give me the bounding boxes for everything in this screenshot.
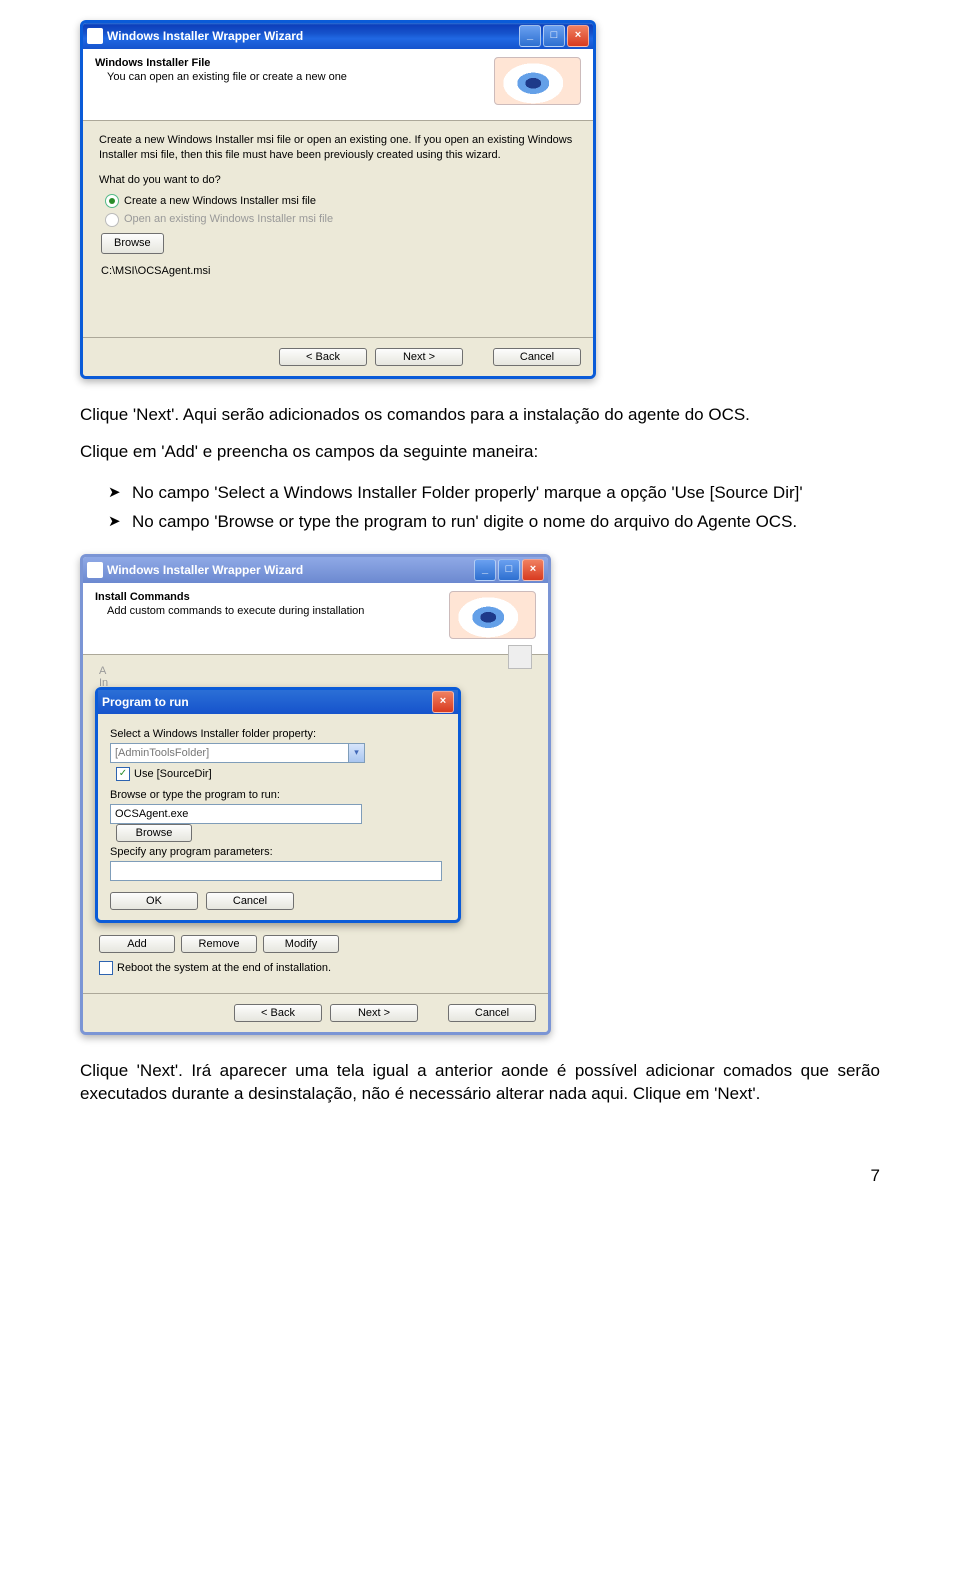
- commands-area: A In: [83, 655, 548, 689]
- use-sourcedir-label: Use [SourceDir]: [134, 768, 212, 780]
- radio-create-new[interactable]: Create a new Windows Installer msi file: [105, 194, 577, 209]
- app-icon: [87, 562, 103, 578]
- browse-program-label: Browse or type the program to run:: [110, 789, 446, 801]
- minimize-button[interactable]: _: [474, 559, 496, 581]
- cancel-button[interactable]: Cancel: [206, 892, 294, 910]
- column-hint-a: A: [99, 665, 106, 677]
- browse-button[interactable]: Browse: [116, 824, 192, 842]
- window-title: Windows Installer Wrapper Wizard: [107, 563, 474, 577]
- eye-icon: [494, 57, 581, 105]
- app-icon: [87, 28, 103, 44]
- bullet-icon: ➤: [108, 482, 122, 505]
- use-sourcedir-checkbox[interactable]: [116, 767, 130, 781]
- bullet-1: ➤ No campo 'Select a Windows Installer F…: [108, 482, 880, 505]
- radio-open-existing: Open an existing Windows Installer msi f…: [105, 212, 577, 227]
- select-value: [AdminToolsFolder]: [115, 747, 209, 759]
- select-folder-label: Select a Windows Installer folder proper…: [110, 728, 446, 740]
- radio-icon: [105, 194, 119, 208]
- minimize-button[interactable]: _: [519, 25, 541, 47]
- folder-property-select: [AdminToolsFolder] ▾: [110, 743, 365, 763]
- back-button[interactable]: < Back: [279, 348, 367, 366]
- wizard-footer: < Back Next > Cancel: [83, 337, 593, 376]
- window-title: Windows Installer Wrapper Wizard: [107, 29, 519, 43]
- wizard-footer: < Back Next > Cancel: [83, 993, 548, 1032]
- radio-icon: [105, 213, 119, 227]
- chevron-down-icon: ▾: [348, 744, 364, 762]
- header-title: Windows Installer File: [95, 57, 484, 69]
- paragraph-2: Clique em 'Add' e preencha os campos da …: [80, 441, 880, 464]
- side-icon: [508, 645, 532, 669]
- titlebar: Windows Installer Wrapper Wizard _ □ ×: [83, 557, 548, 583]
- modify-button[interactable]: Modify: [263, 935, 339, 953]
- bullet-2: ➤ No campo 'Browse or type the program t…: [108, 511, 880, 534]
- header-title: Install Commands: [95, 591, 439, 603]
- radio-label: Create a new Windows Installer msi file: [124, 194, 316, 209]
- eye-icon: [449, 591, 536, 639]
- cancel-button[interactable]: Cancel: [493, 348, 581, 366]
- radio-label: Open an existing Windows Installer msi f…: [124, 212, 333, 227]
- modal-close-button[interactable]: ×: [432, 691, 454, 713]
- paragraph-3: Clique 'Next'. Irá aparecer uma tela igu…: [80, 1060, 880, 1106]
- file-path-text: C:\MSI\OCSAgent.msi: [101, 264, 577, 279]
- bullet-list: ➤ No campo 'Select a Windows Installer F…: [108, 482, 880, 534]
- paragraph-1: Clique 'Next'. Aqui serão adicionados os…: [80, 404, 880, 427]
- titlebar: Windows Installer Wrapper Wizard _ □ ×: [83, 23, 593, 49]
- close-button[interactable]: ×: [522, 559, 544, 581]
- maximize-button[interactable]: □: [543, 25, 565, 47]
- wizard-dialog-1: Windows Installer Wrapper Wizard _ □ × W…: [80, 20, 596, 379]
- description-text: Create a new Windows Installer msi file …: [99, 133, 577, 163]
- header-subtitle: Add custom commands to execute during in…: [107, 605, 439, 617]
- modal-body: Select a Windows Installer folder proper…: [98, 714, 458, 920]
- reboot-label: Reboot the system at the end of installa…: [117, 962, 331, 974]
- wizard-dialog-2: Windows Installer Wrapper Wizard _ □ × I…: [80, 554, 551, 1035]
- maximize-button[interactable]: □: [498, 559, 520, 581]
- wizard-header: Install Commands Add custom commands to …: [83, 583, 548, 655]
- below-modal-area: Add Remove Modify Reboot the system at t…: [83, 927, 548, 993]
- parameters-input[interactable]: [110, 861, 442, 881]
- next-button[interactable]: Next >: [375, 348, 463, 366]
- bullet-text: No campo 'Select a Windows Installer Fol…: [132, 482, 803, 505]
- question-text: What do you want to do?: [99, 173, 577, 188]
- header-subtitle: You can open an existing file or create …: [107, 71, 484, 83]
- browse-button[interactable]: Browse: [101, 233, 164, 254]
- program-input[interactable]: OCSAgent.exe: [110, 804, 362, 824]
- parameters-label: Specify any program parameters:: [110, 846, 446, 858]
- next-button[interactable]: Next >: [330, 1004, 418, 1022]
- remove-button[interactable]: Remove: [181, 935, 257, 953]
- wizard-header: Windows Installer File You can open an e…: [83, 49, 593, 121]
- cancel-button[interactable]: Cancel: [448, 1004, 536, 1022]
- modal-title: Program to run: [102, 695, 432, 709]
- bullet-text: No campo 'Browse or type the program to …: [132, 511, 797, 534]
- wizard-body: Create a new Windows Installer msi file …: [83, 121, 593, 337]
- close-button[interactable]: ×: [567, 25, 589, 47]
- page-number: 7: [80, 1166, 880, 1186]
- bullet-icon: ➤: [108, 511, 122, 534]
- ok-button[interactable]: OK: [110, 892, 198, 910]
- modal-titlebar: Program to run ×: [98, 690, 458, 714]
- back-button[interactable]: < Back: [234, 1004, 322, 1022]
- program-to-run-dialog: Program to run × Select a Windows Instal…: [95, 687, 461, 923]
- reboot-checkbox[interactable]: [99, 961, 113, 975]
- add-button[interactable]: Add: [99, 935, 175, 953]
